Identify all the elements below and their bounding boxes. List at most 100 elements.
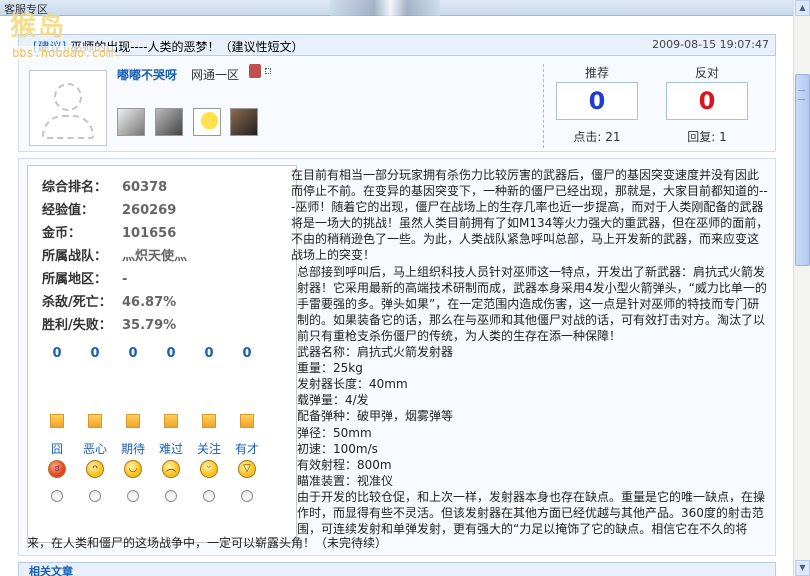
avatar-head-shape [54, 83, 82, 111]
click-count: 点击: 21 [573, 130, 621, 144]
article-paragraph: 在目前有相当一部分玩家拥有杀伤力比较厉害的武器后，僵尸的基因突变速度并没有因此而… [291, 168, 769, 263]
author-stats-panel: 综合排名： 60378 经验值： 260269 金币： 101656 所属战队： 灬炽天… [27, 165, 297, 543]
mood-count: 0 [128, 346, 138, 361]
spec-line: 武器名称：肩抗式火箭发射器 [297, 345, 454, 360]
stat-label: 所属地区： [42, 272, 108, 287]
scroll-up-icon[interactable]: ▲ [795, 0, 810, 16]
post-timestamp: 2009-08-15 19:07:47 [652, 38, 769, 51]
stat-value: 101656 [122, 226, 177, 241]
mood-radio[interactable] [89, 490, 101, 502]
sad-face-icon: ︵ [162, 460, 180, 478]
stat-label: 杀敌/死亡： [42, 295, 112, 310]
author-zone: 网通一区 [191, 68, 240, 82]
extra-badge-icon [265, 68, 271, 74]
stat-label: 金币： [42, 226, 82, 241]
medal-warrior-icon[interactable] [230, 108, 259, 136]
stat-label: 综合排名： [42, 180, 108, 195]
stat-value: 260269 [122, 203, 177, 218]
mood-label[interactable]: 囧 [40, 440, 74, 457]
mood-bar [240, 414, 254, 428]
stat-label: 所属战队： [42, 249, 108, 264]
stat-label: 胜利/失败： [42, 318, 112, 333]
oppose-button[interactable]: 0 [666, 82, 748, 120]
mood-label[interactable]: 期待 [116, 440, 150, 457]
stat-kd: 杀敌/死亡： 46.87% [42, 291, 187, 314]
smile-face-icon: ◡ [124, 460, 142, 478]
author-name-link[interactable]: 嘟嘟不哭呀 [117, 66, 177, 83]
stat-rank: 综合排名： 60378 [42, 176, 187, 199]
author-header: 嘟嘟不哭呀 网通一区 推荐 0 点击: 21 反对 0 回复: 1 [18, 56, 776, 152]
stat-value: 灬炽天使灬 [122, 249, 188, 264]
avatar-body-shape [42, 115, 94, 139]
mood-label[interactable]: 恶心 [78, 440, 112, 457]
spec-line: 重量：25kg [297, 361, 363, 376]
mood-radio[interactable] [203, 490, 215, 502]
medal-anime-icon[interactable] [117, 108, 145, 136]
vertical-scrollbar[interactable]: ▲ ▼ [793, 0, 810, 576]
medal-pikachu-icon[interactable] [192, 108, 221, 136]
stat-value: 46.87% [122, 295, 177, 310]
mood-label[interactable]: 关注 [192, 440, 226, 457]
mood-count: 0 [204, 346, 214, 361]
medal-character-icon[interactable] [154, 108, 183, 136]
mood-bar [164, 414, 178, 428]
stat-exp: 经验值： 260269 [42, 199, 187, 222]
recommend-button[interactable]: 0 [556, 82, 638, 120]
stat-winloss: 胜利/失败： 35.79% [42, 314, 187, 337]
article-text: 在目前有相当一部分玩家拥有杀伤力比较厉害的武器后，僵尸的基因突变速度并没有因此而… [291, 167, 769, 537]
mood-label[interactable]: 有才 [230, 440, 264, 457]
spec-line: 发射器长度：40mm [297, 377, 408, 392]
author-medals [117, 108, 264, 139]
stat-value: 35.79% [122, 318, 177, 333]
stat-value: - [122, 272, 128, 287]
stat-label: 经验值： [42, 203, 95, 218]
mood-radio[interactable] [51, 490, 63, 502]
scroll-down-icon[interactable]: ▼ [795, 560, 810, 576]
article-paragraph: 总部接到呼叫后，马上组织科技人员针对巫师这一特点，开发出了新武器：肩抗式火箭发射… [297, 264, 767, 343]
mood-bar [50, 414, 64, 428]
mood-label[interactable]: 难过 [154, 440, 188, 457]
mood-count: 0 [90, 346, 100, 361]
stat-region: 所属地区： - [42, 268, 187, 291]
mood-count: 0 [242, 346, 252, 361]
mood-count: 0 [166, 346, 176, 361]
watermark-url: bbs.houdao.com [10, 46, 116, 60]
spec-line: 弹径：50mm [297, 425, 372, 440]
angry-face-icon: ಠ [48, 460, 66, 478]
spec-line: 有效射程：800m [297, 457, 392, 472]
stats-list: 综合排名： 60378 经验值： 260269 金币： 101656 所属战队： 灬炽天… [42, 176, 187, 337]
sick-face-icon: ᴖ [86, 460, 104, 478]
mood-radio[interactable] [165, 490, 177, 502]
related-articles-header: 相关文章 [18, 562, 776, 576]
watermark-logo: 猴岛 [10, 12, 67, 42]
stat-team: 所属战队： 灬炽天使灬 [42, 245, 187, 268]
oppose-panel: 反对 0 回复: 1 [666, 64, 748, 145]
mood-bar [202, 414, 216, 428]
site-watermark: 猴岛 bbs.houdao.com [0, 0, 150, 64]
scroll-thumb[interactable] [795, 74, 810, 266]
spec-line: 配备弹种：破甲弹，烟雾弹等 [297, 409, 454, 424]
vote-divider [543, 64, 544, 148]
recommend-label: 推荐 [584, 66, 609, 80]
stat-gold: 金币： 101656 [42, 222, 187, 245]
grin-face-icon: ▽ [238, 460, 256, 478]
mood-radio[interactable] [127, 490, 139, 502]
stat-value: 60378 [122, 180, 168, 195]
mood-count: 0 [52, 346, 62, 361]
article-paragraph: 由于开发的比较仓促，和上次一样，发射器本身也存在缺点。重量是它的唯一缺点，在操作… [297, 489, 766, 537]
rank-badge-icon [249, 64, 261, 78]
spec-line: 初速：100m/s [297, 441, 378, 456]
spec-line: 瞄准装置：视准仪 [297, 473, 394, 488]
spec-line: 载弹量：4/发 [297, 393, 369, 408]
header-decoration [330, 0, 440, 16]
mood-bar [88, 414, 102, 428]
default-avatar-icon[interactable] [29, 70, 107, 146]
oppose-label: 反对 [694, 66, 719, 80]
post-body: 综合排名： 60378 经验值： 260269 金币： 101656 所属战队： 灬炽天… [18, 158, 776, 556]
mood-radio[interactable] [241, 490, 253, 502]
recommend-panel: 推荐 0 点击: 21 [556, 64, 638, 145]
reply-count: 回复: 1 [687, 130, 727, 144]
article-tail: 来，在人类和僵尸的这场战争中，一定可以崭露头角！（未完待续） [27, 536, 388, 550]
scroll-grip-icon [798, 90, 805, 100]
mood-bar [126, 414, 140, 428]
